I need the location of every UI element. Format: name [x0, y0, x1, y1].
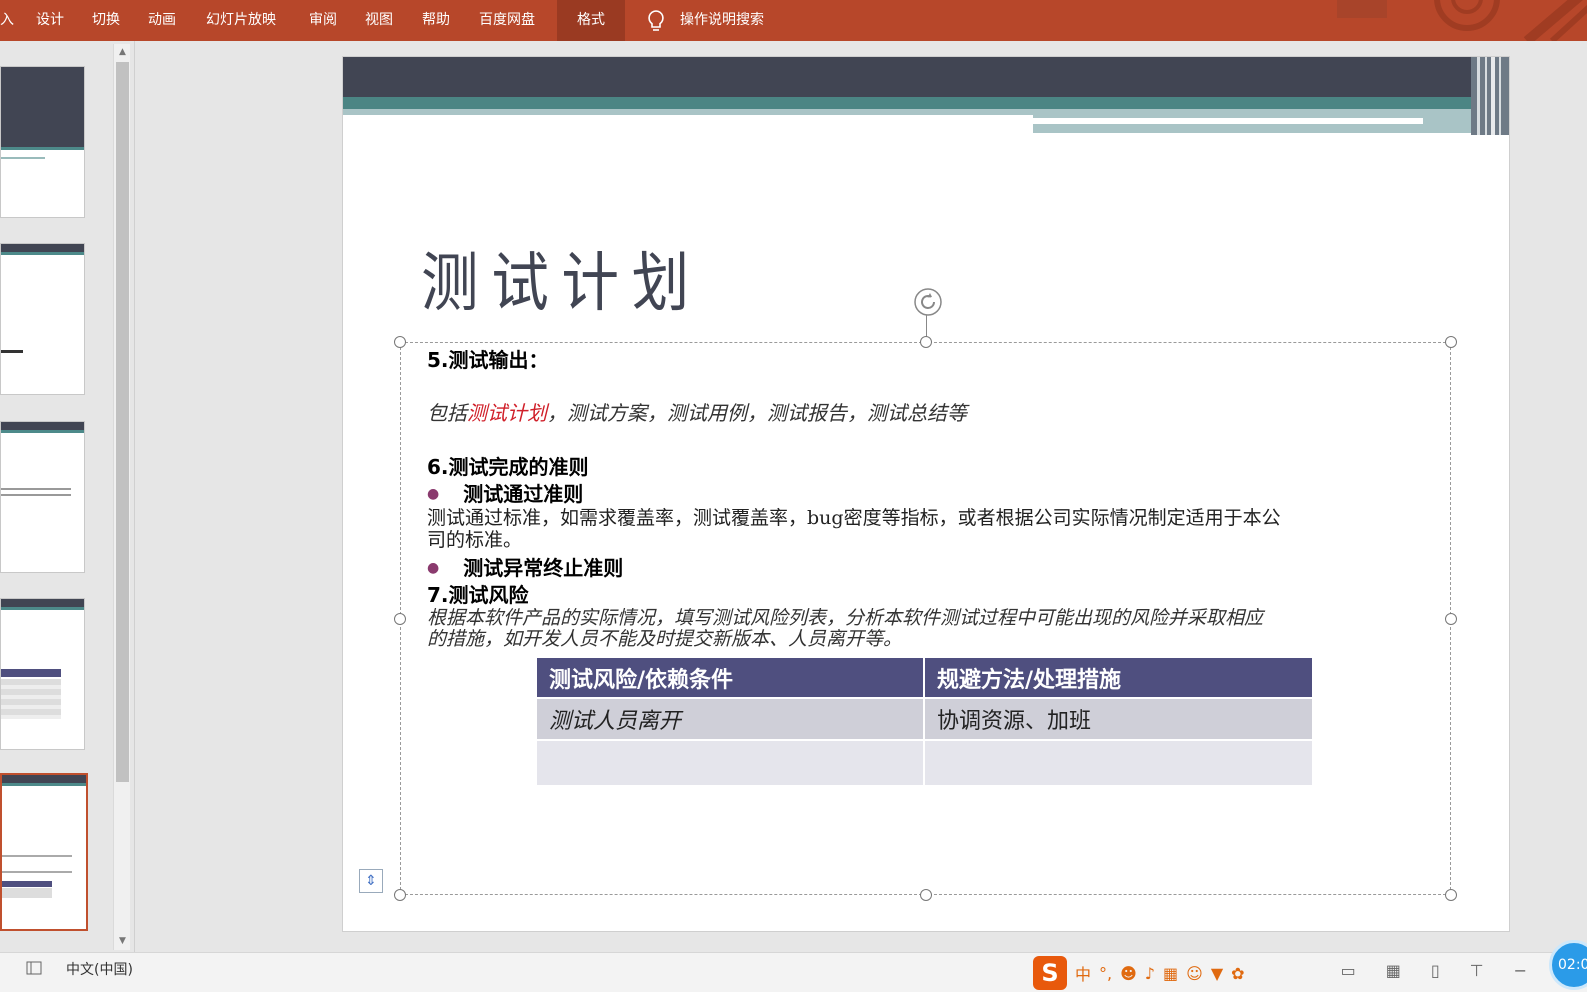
- tab-view[interactable]: 视图: [365, 0, 393, 41]
- view-buttons: ▭ ▦ ▯ ⊤ −: [1341, 961, 1527, 980]
- user-icon[interactable]: ☺: [1186, 964, 1203, 983]
- section-5-highlight: 测试计划: [467, 401, 547, 425]
- slide-thumbnail[interactable]: [0, 243, 85, 395]
- zoom-out-icon[interactable]: −: [1514, 961, 1527, 980]
- resize-handle[interactable]: [394, 336, 406, 348]
- skin-icon[interactable]: ▼: [1211, 964, 1223, 983]
- tab-animations[interactable]: 动画: [148, 0, 176, 41]
- resize-handle[interactable]: [920, 889, 932, 901]
- slide-thumbnail[interactable]: [0, 66, 85, 218]
- table-row: 测试人员离开 协调资源、加班: [537, 697, 1314, 740]
- status-bar: 中文(中国) S 中 °, ☻ ♪ ▦ ☺ ▼ ✿ ▭ ▦ ▯ ⊤ −: [0, 952, 1587, 992]
- normal-view-icon[interactable]: ▭: [1341, 961, 1356, 980]
- slide-title[interactable]: 测试计划: [421, 232, 702, 324]
- tab-design[interactable]: 设计: [36, 0, 64, 41]
- slide-header-teal: [343, 97, 1509, 109]
- section-7-heading: 7.测试风险: [427, 583, 529, 607]
- slide-header-stripes: [1471, 57, 1509, 135]
- scroll-up-icon[interactable]: ▲: [114, 44, 131, 61]
- toolbox-icon[interactable]: ✿: [1231, 964, 1244, 983]
- scroll-down-icon[interactable]: ▼: [114, 933, 131, 950]
- section-5-text: 包括测试计划，测试方案，测试用例，测试报告，测试总结等: [427, 397, 967, 426]
- reading-view-icon[interactable]: ▯: [1431, 961, 1440, 980]
- slide-thumbnail[interactable]: [0, 598, 85, 750]
- table-row: [537, 739, 1314, 785]
- pass-criteria-text: 司的标准。: [427, 529, 523, 551]
- pass-criteria-text: 测试通过标准，如需求覆盖率，测试覆盖率，bug密度等指标，或者根据公司实际情况制…: [427, 507, 1281, 529]
- risk-table[interactable]: 测试风险/依赖条件 规避方法/处理措施 测试人员离开 协调资源、加班: [537, 658, 1314, 785]
- tab-transitions[interactable]: 切换: [92, 0, 120, 41]
- resize-handle[interactable]: [394, 613, 406, 625]
- scroll-thumb[interactable]: [116, 62, 129, 782]
- language-indicator[interactable]: 中文(中国): [66, 959, 133, 979]
- microphone-icon[interactable]: ♪: [1145, 964, 1155, 983]
- abort-criteria-title: 测试异常终止准则: [463, 556, 624, 580]
- bullet-icon: ●: [427, 486, 440, 502]
- resize-handle[interactable]: [1445, 889, 1457, 901]
- section-5-suffix: ，测试方案，测试用例，测试报告，测试总结等: [547, 401, 967, 425]
- slide-canvas[interactable]: 测试计划 5.测试输出： 包括测试计划，测试方案，测试用例，测试报告，测试总结等…: [343, 57, 1509, 931]
- pass-criteria-item: ● 测试通过准则: [427, 478, 583, 507]
- slide-thumbnail-selected[interactable]: [0, 773, 88, 931]
- abort-criteria-item: ● 测试异常终止准则: [427, 552, 623, 581]
- section-6-heading: 6.测试完成的准则: [427, 455, 589, 479]
- table-header-cell[interactable]: 规避方法/处理措施: [924, 658, 1314, 698]
- tell-me-search[interactable]: 操作说明搜索: [680, 0, 764, 41]
- table-cell[interactable]: 测试人员离开: [537, 697, 926, 740]
- table-cell[interactable]: 协调资源、加班: [924, 697, 1314, 740]
- section-7-text: 的措施，如开发人员不能及时提交新版本、人员离开等。: [427, 628, 903, 650]
- tab-format[interactable]: 格式: [557, 0, 625, 41]
- resize-handle[interactable]: [394, 889, 406, 901]
- slide-thumbnail[interactable]: [0, 421, 85, 573]
- section-5-heading: 5.测试输出：: [427, 348, 549, 372]
- section-7-text: 根据本软件产品的实际情况，填写测试风险列表，分析本软件测试过程中可能出现的风险并…: [427, 607, 1264, 629]
- table-header-cell[interactable]: 测试风险/依赖条件: [537, 658, 926, 698]
- slide-sorter-icon[interactable]: ▦: [1386, 961, 1401, 980]
- table-cell[interactable]: [924, 739, 1314, 785]
- sogou-logo-icon[interactable]: S: [1033, 956, 1067, 990]
- ime-mode[interactable]: 中: [1075, 961, 1091, 985]
- resize-handle[interactable]: [920, 336, 932, 348]
- tab-insert[interactable]: 入: [0, 0, 14, 41]
- section-5-prefix: 包括: [427, 401, 467, 425]
- slide-header-stripe: [1033, 118, 1423, 124]
- slideshow-icon[interactable]: ⊤: [1470, 961, 1484, 980]
- accessibility-icon[interactable]: [25, 959, 43, 977]
- table-cell[interactable]: [537, 739, 926, 785]
- resize-handle[interactable]: [1445, 336, 1457, 348]
- autofit-options-icon[interactable]: ⇕: [359, 869, 383, 893]
- keyboard-icon[interactable]: ▦: [1163, 964, 1178, 983]
- resize-handle[interactable]: [1445, 613, 1457, 625]
- thumbnail-scrollbar[interactable]: ▲ ▼: [113, 44, 130, 950]
- ribbon-tab-bar: 入 设计 切换 动画 幻灯片放映 审阅 视图 帮助 百度网盘 格式 操作说明搜索: [0, 0, 1587, 41]
- tab-review[interactable]: 审阅: [309, 0, 337, 41]
- pass-criteria-title: 测试通过准则: [463, 482, 584, 506]
- emoji-icon[interactable]: ☻: [1120, 964, 1137, 983]
- slide-header-band: [343, 57, 1509, 97]
- ribbon-decoration: [1337, 0, 1587, 41]
- rotate-handle-icon[interactable]: [913, 287, 943, 317]
- tab-help[interactable]: 帮助: [422, 0, 450, 41]
- ime-toolbar[interactable]: S 中 °, ☻ ♪ ▦ ☺ ▼ ✿: [1033, 956, 1245, 990]
- tab-baidu-netdisk[interactable]: 百度网盘: [479, 0, 535, 41]
- tab-slideshow[interactable]: 幻灯片放映: [206, 0, 276, 41]
- slide-header-light: [343, 109, 1033, 115]
- punctuation-icon[interactable]: °,: [1099, 964, 1112, 983]
- lightbulb-icon: [648, 10, 664, 31]
- bullet-icon: ●: [427, 560, 440, 576]
